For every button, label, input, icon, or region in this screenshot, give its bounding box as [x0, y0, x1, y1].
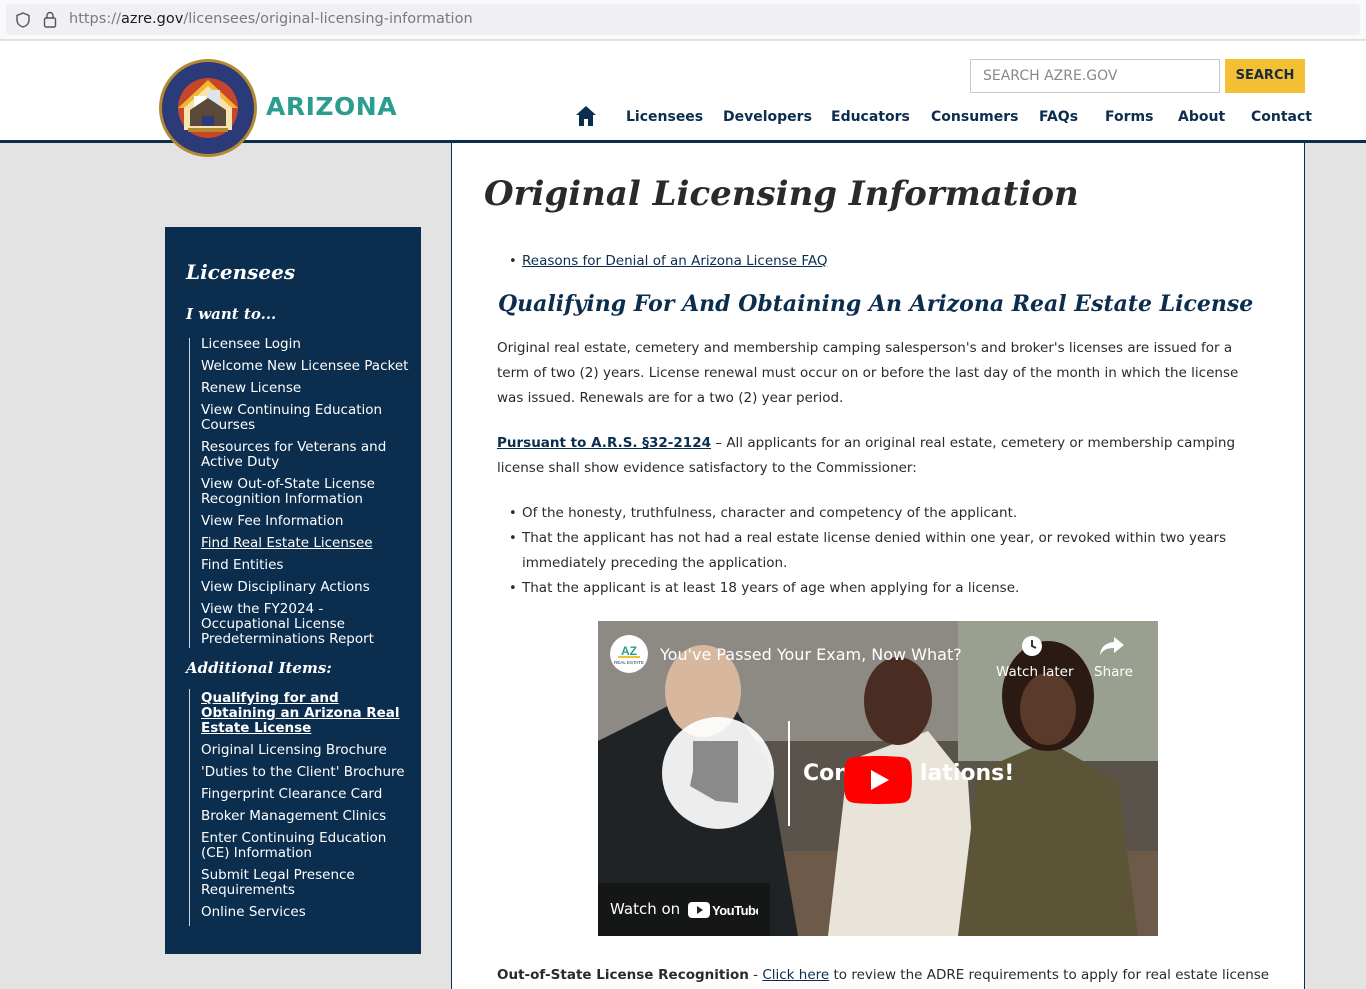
sidebar-link-ce-courses[interactable]: View Continuing Education Courses [201, 403, 411, 433]
clock-icon[interactable] [1021, 635, 1043, 657]
lock-icon[interactable] [43, 11, 57, 28]
sidebar: Licensees I want to... Licensee Login We… [165, 227, 421, 954]
nav-educators[interactable]: Educators [831, 109, 910, 125]
sidebar-link-brochure[interactable]: Original Licensing Brochure [201, 743, 411, 758]
page-title: Original Licensing Information [484, 174, 1079, 214]
shield-icon[interactable] [16, 12, 30, 28]
adre-seal-logo[interactable] [158, 58, 258, 158]
bullet-dot: • [509, 254, 517, 269]
sidebar-link-qualifying[interactable]: Qualifying for and Obtaining an Arizona … [201, 691, 411, 736]
sidebar-additional-title: Additional Items: [186, 659, 332, 677]
nav-developers[interactable]: Developers [723, 109, 812, 125]
share-icon[interactable] [1099, 635, 1125, 657]
sidebar-link-veterans[interactable]: Resources for Veterans and Active Duty [201, 440, 411, 470]
sidebar-link-find-licensee[interactable]: Find Real Estate Licensee [201, 536, 411, 551]
sidebar-link-welcome-packet[interactable]: Welcome New Licensee Packet [201, 359, 411, 374]
section-title: Qualifying For And Obtaining An Arizona … [498, 291, 1254, 317]
video-title[interactable]: You've Passed Your Exam, Now What? [660, 645, 962, 664]
faq-link[interactable]: Reasons for Denial of an Arizona License… [522, 253, 827, 269]
oos-click-here-link[interactable]: Click here [762, 967, 829, 983]
sidebar-link-broker-clinics[interactable]: Broker Management Clinics [201, 809, 411, 824]
sidebar-link-duties-brochure[interactable]: 'Duties to the Client' Brochure [201, 765, 411, 780]
browser-url-bar: https://azre.gov/licensees/original-lice… [0, 0, 1366, 40]
nav-contact[interactable]: Contact [1251, 109, 1312, 125]
url-text[interactable]: https://azre.gov/licensees/original-lice… [69, 11, 473, 27]
search-button[interactable]: SEARCH [1225, 59, 1305, 93]
youtube-logo-icon: YouTube [688, 902, 758, 918]
sidebar-link-find-entities[interactable]: Find Entities [201, 558, 411, 573]
nav-faqs[interactable]: FAQs [1039, 109, 1078, 125]
bullet-dot: • [509, 506, 517, 521]
sidebar-link-disciplinary[interactable]: View Disciplinary Actions [201, 580, 411, 595]
sidebar-link-fy2024-report[interactable]: View the FY2024 - Occupational License P… [201, 602, 411, 647]
requirement-item: That the applicant is at least 18 years … [522, 580, 1020, 596]
share-label[interactable]: Share [1094, 664, 1133, 680]
oos-paragraph: Out-of-State License Recognition - Click… [497, 967, 1270, 983]
nav-forms[interactable]: Forms [1105, 109, 1153, 125]
arizona-wordmark[interactable]: ARIZONA [266, 92, 397, 121]
channel-logo-text: AZ [621, 644, 637, 658]
sidebar-link-fingerprint[interactable]: Fingerprint Clearance Card [201, 787, 411, 802]
faq-link-item: Reasons for Denial of an Arizona License… [522, 249, 1252, 274]
sidebar-link-renew-license[interactable]: Renew License [201, 381, 411, 396]
watch-on-label: Watch on [610, 900, 681, 918]
sidebar-link-legal-presence[interactable]: Submit Legal Presence Requirements [201, 868, 411, 898]
sidebar-divider-2 [189, 689, 190, 926]
sidebar-subtitle: I want to... [186, 305, 277, 323]
sidebar-link-online-services[interactable]: Online Services [201, 905, 411, 920]
home-icon[interactable] [575, 105, 597, 127]
nav-about[interactable]: About [1178, 109, 1225, 125]
youtube-video-embed[interactable]: AZ REAL ESTATE You've Passed Your Exam, … [598, 621, 1158, 936]
intro-paragraph: Original real estate, cemetery and membe… [497, 340, 1239, 406]
requirement-item: Of the honesty, truthfulness, character … [522, 505, 1018, 521]
sidebar-title: Licensees [186, 260, 296, 284]
sidebar-link-ce-info[interactable]: Enter Continuing Education (CE) Informat… [201, 831, 411, 861]
search-input[interactable]: SEARCH AZRE.GOV [970, 59, 1220, 93]
bullet-dot: • [509, 531, 517, 546]
channel-avatar[interactable]: AZ REAL ESTATE [610, 635, 648, 673]
youtube-wordmark: YouTube [712, 903, 758, 918]
statute-link[interactable]: Pursuant to A.R.S. §32-2124 [497, 435, 711, 451]
watch-later-label[interactable]: Watch later [996, 664, 1074, 680]
sidebar-divider [189, 338, 190, 648]
play-button-icon[interactable] [844, 756, 912, 804]
bullet-dot: • [509, 581, 517, 596]
sidebar-link-fee-info[interactable]: View Fee Information [201, 514, 411, 529]
statute-paragraph: Pursuant to A.R.S. §32-2124 – All applic… [497, 435, 1236, 476]
sidebar-link-licensee-login[interactable]: Licensee Login [201, 337, 411, 352]
watch-on-youtube-button[interactable]: Watch on YouTube [598, 883, 770, 936]
requirement-item: That the applicant has not had a real es… [522, 530, 1227, 571]
nav-licensees[interactable]: Licensees [626, 109, 703, 125]
nav-consumers[interactable]: Consumers [931, 109, 1018, 125]
oos-label: Out-of-State License Recognition [497, 967, 749, 983]
sidebar-link-out-of-state[interactable]: View Out-of-State License Recognition In… [201, 477, 411, 507]
channel-logo-subtext: REAL ESTATE [614, 660, 644, 665]
